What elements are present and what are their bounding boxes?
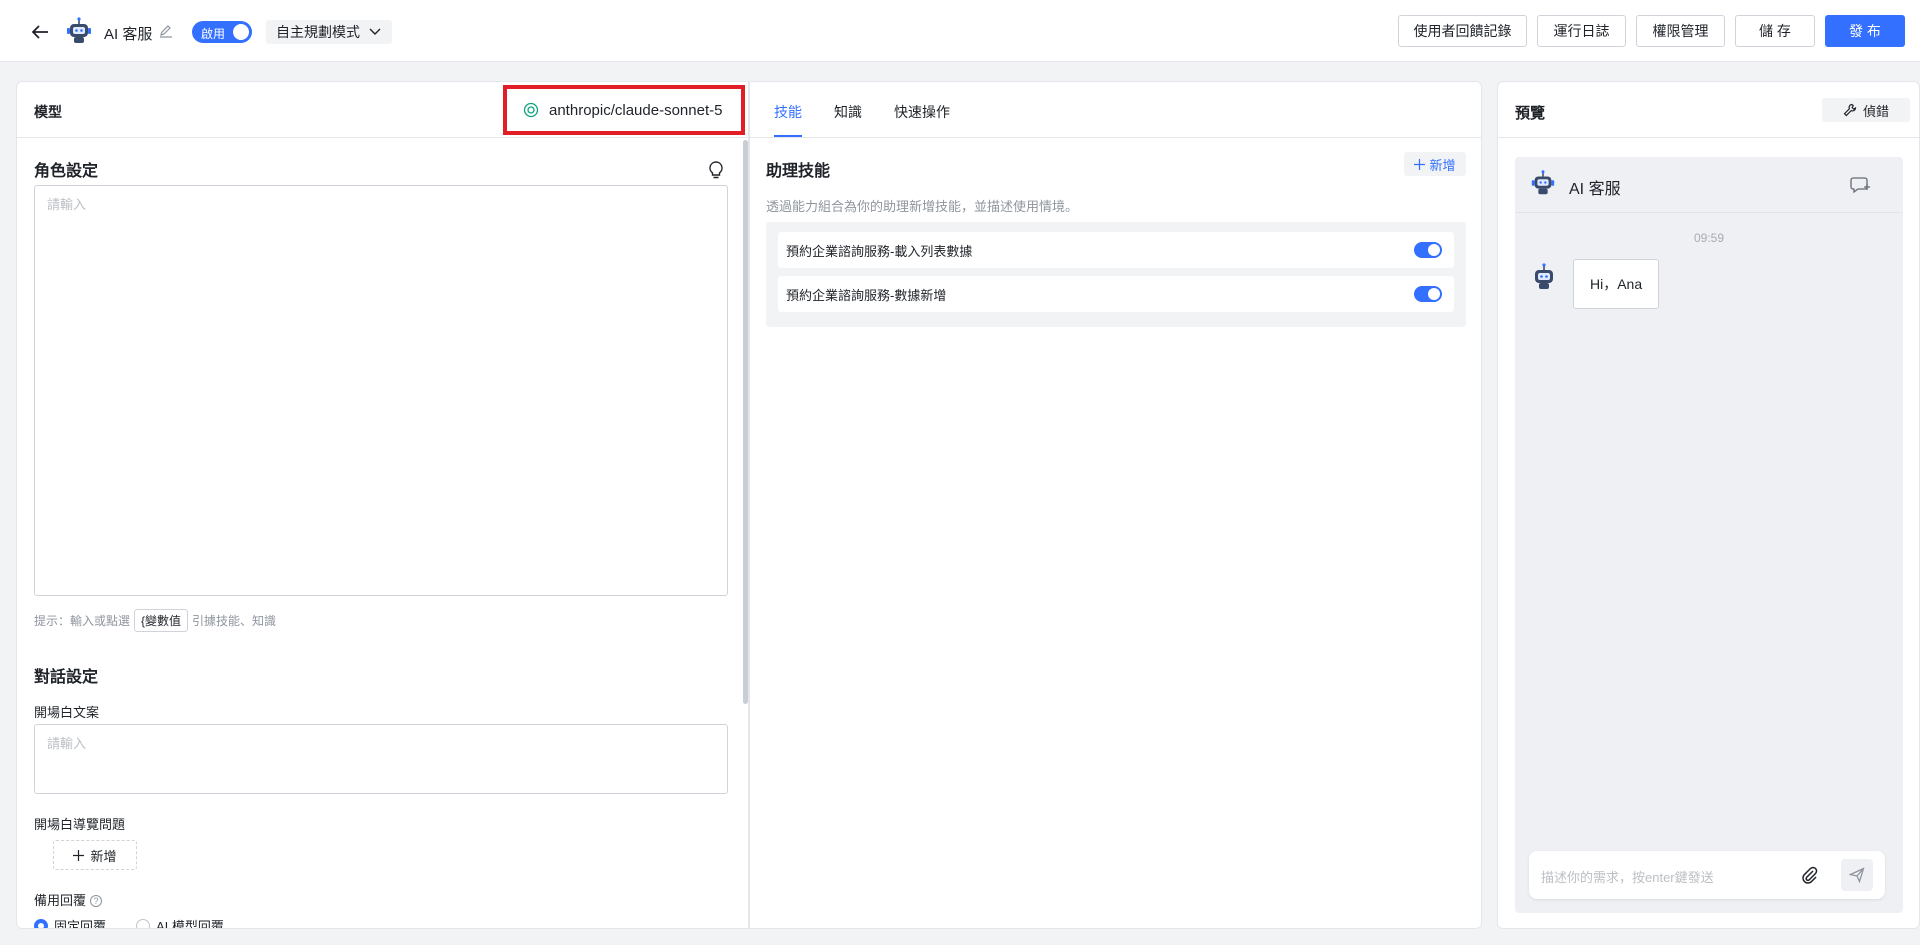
variable-chip[interactable]: {變數值 xyxy=(134,609,189,632)
skill-item[interactable]: 預約企業諮詢服務-數據新增 xyxy=(778,276,1454,312)
toggle-knob xyxy=(233,24,249,40)
preview-title: 預覽 xyxy=(1515,105,1546,122)
mode-dropdown[interactable]: 自主規劃模式 xyxy=(266,20,392,44)
dialog-setting-title: 對話設定 xyxy=(34,669,99,686)
chat-title: AI 客服 xyxy=(1569,181,1621,198)
skill-name: 預約企業諮詢服務-數據新增 xyxy=(786,287,947,303)
debug-label: 偵錯 xyxy=(1862,103,1889,119)
save-button[interactable]: 儲 存 xyxy=(1735,15,1815,47)
plus-icon xyxy=(1414,158,1426,170)
hint-prefix: 提示：輸入或點選 xyxy=(34,614,131,628)
chat-input[interactable]: 描述你的需求，按enter鍵發送 xyxy=(1529,851,1885,899)
chat-preview: AI 客服 09:59 Hi，Ana 描述你的需求，按enter鍵發送 xyxy=(1515,157,1903,913)
mode-dropdown-label: 自主規劃模式 xyxy=(276,24,360,40)
radio-dot xyxy=(136,918,151,928)
run-log-button[interactable]: 運行日誌 xyxy=(1537,15,1626,47)
skill-toggle[interactable] xyxy=(1414,286,1442,302)
enable-toggle[interactable]: 啟用 xyxy=(192,21,252,43)
tab-skills[interactable]: 技能 xyxy=(774,102,802,122)
active-tab-indicator xyxy=(774,135,802,137)
skill-item[interactable]: 預約企業諮詢服務-載入列表數據 xyxy=(778,232,1454,268)
send-icon xyxy=(1849,867,1865,883)
plus-icon xyxy=(73,849,85,861)
robot-avatar-icon xyxy=(67,17,91,43)
assistant-skills-title: 助理技能 xyxy=(766,163,831,180)
add-guide-question-button[interactable]: 新增 xyxy=(53,840,137,870)
model-title: 模型 xyxy=(34,104,62,120)
skill-list: 預約企業諮詢服務-載入列表數據 預約企業諮詢服務-數據新增 xyxy=(766,222,1466,327)
fallback-radio-group: 固定回覆 AI 模型回覆 xyxy=(34,916,224,929)
message-time: 09:59 xyxy=(1693,231,1725,245)
openai-logo-icon xyxy=(523,102,539,118)
hint-suffix: 引據技能、知識 xyxy=(192,614,277,628)
chat-input-placeholder: 描述你的需求，按enter鍵發送 xyxy=(1541,870,1714,885)
tab-bar: 技能 知識 快速操作 xyxy=(750,82,1481,138)
app-name: AI 客服 xyxy=(104,26,153,43)
help-icon[interactable]: ? xyxy=(90,895,103,907)
radio-fixed-reply[interactable]: 固定回覆 xyxy=(34,916,107,929)
robot-avatar-icon xyxy=(1531,170,1555,195)
skills-description: 透過能力組合為你的助理新增技能，並描述使用情境。 xyxy=(766,199,1079,214)
radio-fixed-label: 固定回覆 xyxy=(54,919,107,929)
model-selector[interactable]: anthropic/claude-sonnet-5 xyxy=(503,85,745,135)
opening-text-input[interactable]: 請輸入 xyxy=(34,724,728,794)
add-skill-label: 新增 xyxy=(1429,157,1456,173)
chevron-down-icon xyxy=(369,28,381,35)
enable-toggle-label: 啟用 xyxy=(201,27,226,41)
paperclip-icon[interactable] xyxy=(1799,865,1819,885)
skills-panel: 技能 知識 快速操作 助理技能 新增 透過能力組合為你的助理新增技能，並描述使用… xyxy=(749,81,1482,929)
preview-header: 預覽 偵錯 xyxy=(1498,82,1919,138)
add-skill-button[interactable]: 新增 xyxy=(1404,152,1466,176)
role-hint: 提示：輸入或點選 {變數值 引據技能、知識 xyxy=(34,609,276,632)
opening-guide-label: 開場白導覽問題 xyxy=(34,817,126,832)
fallback-reply-label: 備用回覆? xyxy=(34,890,103,909)
bot-message-bubble: Hi，Ana xyxy=(1573,259,1660,309)
scrollbar[interactable] xyxy=(743,140,748,704)
config-panel: 模型 anthropic/claude-sonnet-5 角色設定 請輸入 提示… xyxy=(16,81,749,929)
chat-header: AI 客服 xyxy=(1515,157,1903,213)
publish-button[interactable]: 發 布 xyxy=(1825,15,1905,47)
model-header: 模型 anthropic/claude-sonnet-5 xyxy=(17,82,748,138)
tab-quick-actions[interactable]: 快速操作 xyxy=(894,102,950,122)
back-arrow-icon[interactable] xyxy=(28,20,52,44)
preview-panel: 預覽 偵錯 AI 客服 09:59 Hi，Ana 描述你的需求，按enter鍵發… xyxy=(1497,81,1920,929)
feedback-log-button[interactable]: 使用者回饋記錄 xyxy=(1398,15,1527,47)
role-setting-title: 角色設定 xyxy=(34,163,99,180)
permission-button[interactable]: 權限管理 xyxy=(1636,15,1725,47)
radio-ai-label: AI 模型回覆 xyxy=(156,919,224,929)
bot-avatar-icon xyxy=(1535,263,1553,289)
opening-text-label: 開場白文案 xyxy=(34,705,100,720)
tab-knowledge[interactable]: 知識 xyxy=(834,102,862,122)
radio-ai-reply[interactable]: AI 模型回覆 xyxy=(136,916,224,929)
model-name: anthropic/claude-sonnet-5 xyxy=(549,101,723,119)
role-setting-textarea[interactable]: 請輸入 xyxy=(34,185,728,596)
send-button[interactable] xyxy=(1841,859,1873,891)
debug-button[interactable]: 偵錯 xyxy=(1822,98,1910,122)
new-chat-icon[interactable] xyxy=(1849,175,1871,195)
lightbulb-icon[interactable] xyxy=(707,160,725,180)
opening-placeholder: 請輸入 xyxy=(47,736,87,751)
role-placeholder: 請輸入 xyxy=(47,197,87,212)
add-guide-label: 新增 xyxy=(90,848,117,864)
radio-dot-checked xyxy=(34,918,48,928)
wrench-icon xyxy=(1843,103,1857,117)
top-header: AI 客服 啟用 自主規劃模式 使用者回饋記錄 運行日誌 權限管理 儲 存 發 … xyxy=(0,0,1920,62)
skill-toggle[interactable] xyxy=(1414,242,1442,258)
skill-name: 預約企業諮詢服務-載入列表數據 xyxy=(786,243,973,259)
pencil-edit-icon[interactable] xyxy=(158,23,174,39)
